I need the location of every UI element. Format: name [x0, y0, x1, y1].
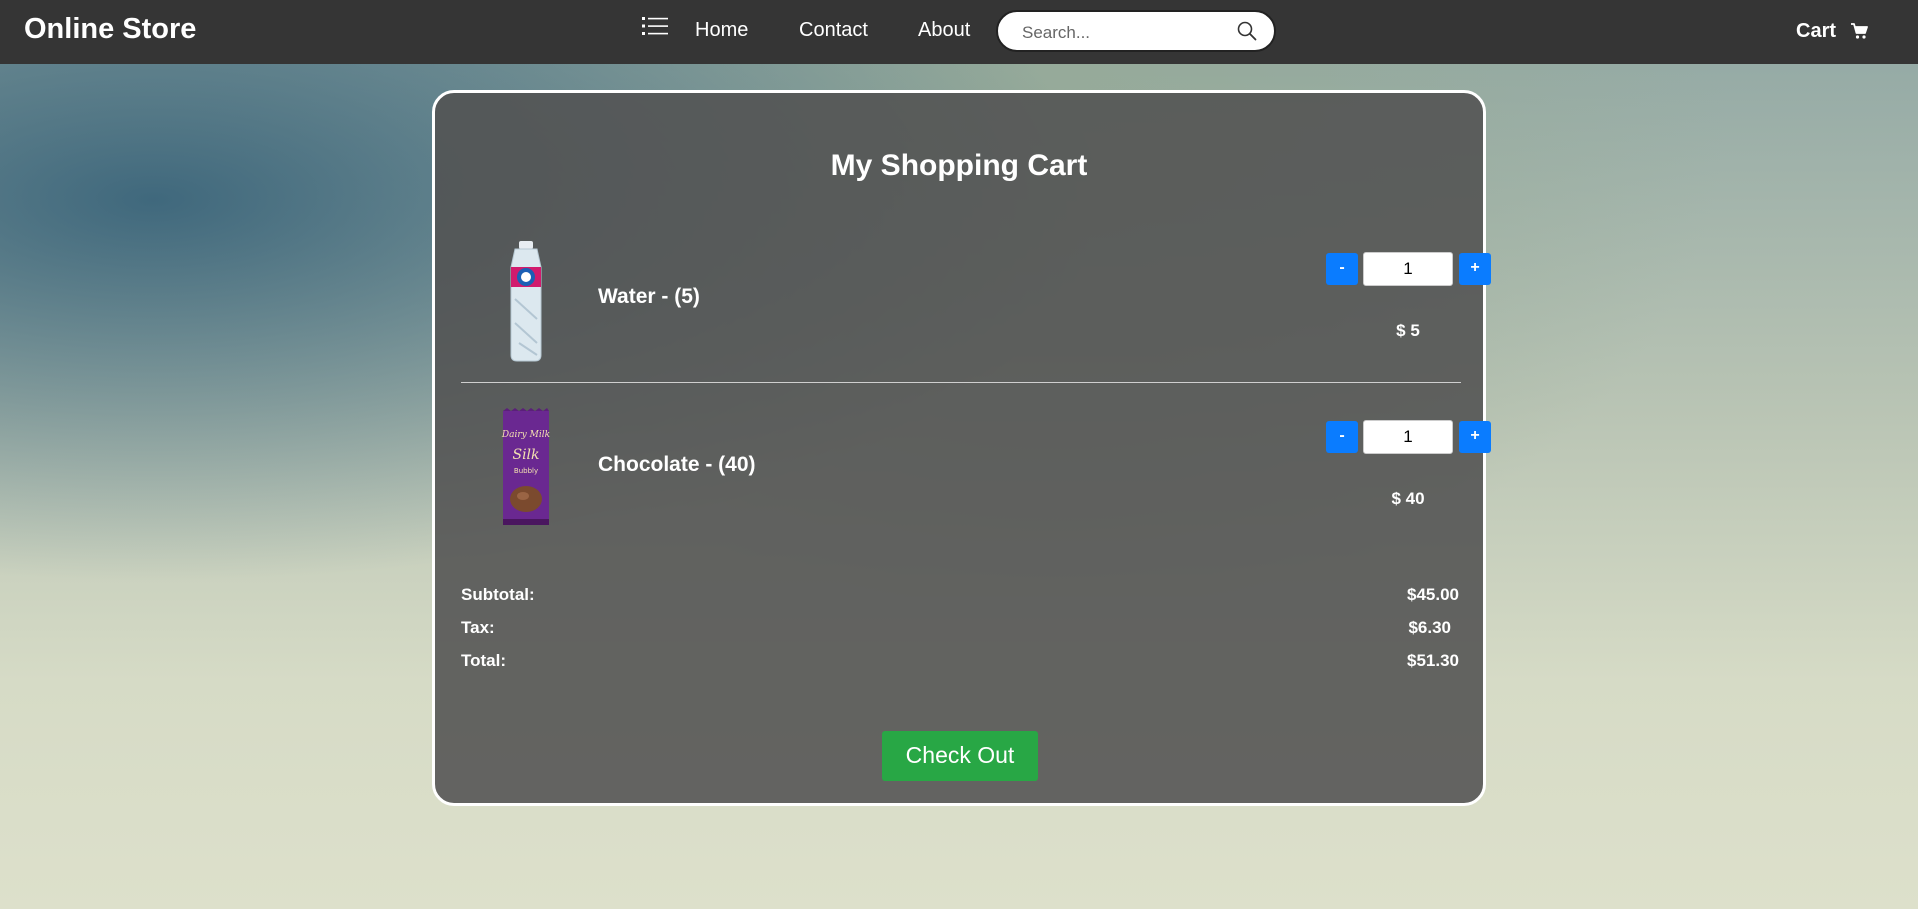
- increase-quantity-button[interactable]: +: [1459, 253, 1491, 285]
- quantity-input[interactable]: [1363, 420, 1453, 454]
- item-price: $ 40: [1391, 489, 1425, 508]
- total-value: $51.30: [1407, 651, 1459, 670]
- shopping-cart-card: My Shopping Cart Water - (5) - + $ 5 Dai…: [432, 90, 1491, 806]
- cart-item-water: Water - (5) - + $ 5: [461, 235, 1491, 385]
- list-icon[interactable]: [642, 14, 670, 38]
- water-bottle-image: [510, 241, 542, 362]
- increase-quantity-button[interactable]: +: [1459, 421, 1491, 453]
- total-label: Total:: [461, 651, 507, 670]
- item-name: Water - (5): [598, 285, 700, 308]
- nav-link-home[interactable]: Home: [695, 19, 748, 42]
- brand-title[interactable]: Online Store: [24, 13, 196, 46]
- checkout-button[interactable]: Check Out: [882, 731, 1038, 781]
- nav-link-about[interactable]: About: [918, 19, 970, 42]
- top-navbar: Online Store Home Contact About Cart: [0, 0, 1918, 64]
- tax-label: Tax:: [461, 618, 495, 637]
- decrease-quantity-button[interactable]: -: [1326, 421, 1358, 453]
- chocolate-bar-image: Dairy Milk Silk Bubbly: [501, 408, 550, 525]
- search-box: [996, 10, 1276, 52]
- tax-value: $6.30: [1408, 618, 1451, 637]
- svg-text:Silk: Silk: [512, 447, 539, 463]
- quantity-input[interactable]: [1363, 252, 1453, 286]
- subtotal-label: Subtotal:: [461, 585, 535, 604]
- svg-text:Dairy Milk: Dairy Milk: [501, 430, 550, 440]
- item-divider: [461, 382, 1461, 383]
- item-price: $ 5: [1396, 321, 1420, 340]
- cart-title: My Shopping Cart: [830, 149, 1088, 182]
- subtotal-value: $45.00: [1407, 585, 1459, 604]
- decrease-quantity-button[interactable]: -: [1326, 253, 1358, 285]
- item-name: Chocolate - (40): [598, 453, 756, 476]
- svg-text:Bubbly: Bubbly: [514, 467, 538, 475]
- cart-item-chocolate: Dairy Milk Silk Bubbly Chocolate - (40) …: [461, 403, 1491, 553]
- cart-link[interactable]: Cart: [1796, 20, 1836, 43]
- search-input[interactable]: [1020, 20, 1224, 46]
- search-icon[interactable]: [1236, 20, 1258, 42]
- nav-link-contact[interactable]: Contact: [799, 19, 868, 42]
- shopping-cart-icon[interactable]: [1850, 22, 1868, 40]
